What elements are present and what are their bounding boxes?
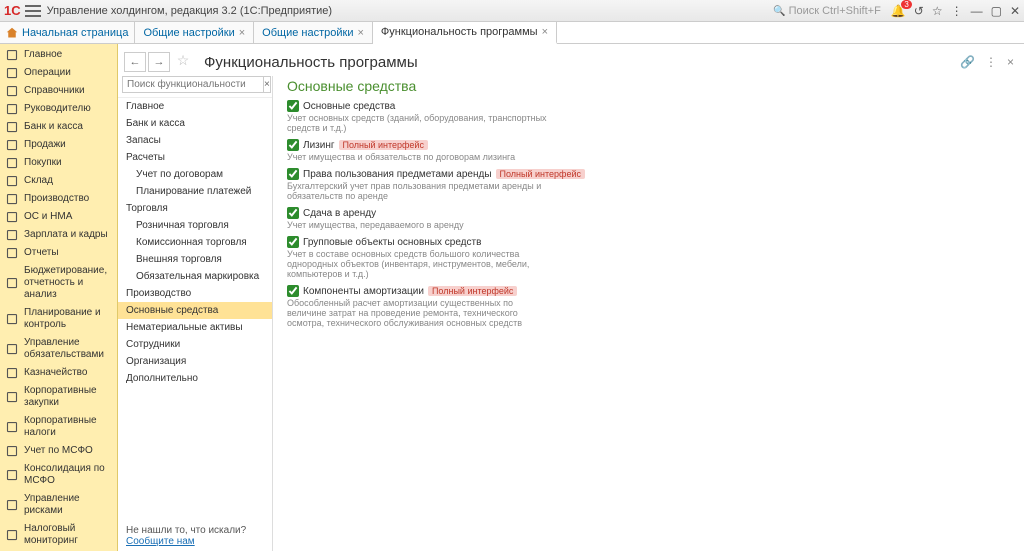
nav-item[interactable]: Банк и касса xyxy=(118,115,272,132)
option-desc: Учет основных средств (зданий, оборудова… xyxy=(287,113,547,133)
sidebar-item[interactable]: Казначейство xyxy=(0,364,117,382)
search-clear-icon[interactable]: × xyxy=(264,76,271,93)
sidebar-item[interactable]: Налоговый мониторинг xyxy=(0,520,117,550)
nav-item[interactable]: Торговля xyxy=(118,200,272,217)
notifications-icon[interactable]: 🔔3 xyxy=(891,4,906,18)
nav-item[interactable]: Учет по договорам xyxy=(118,166,272,183)
option-checkbox[interactable] xyxy=(287,168,299,180)
app-logo: 1C xyxy=(4,3,21,18)
nav-item[interactable]: Комиссионная торговля xyxy=(118,234,272,251)
footer-hint: Не нашли то, что искали? Сообщите нам xyxy=(118,521,272,551)
sidebar-item[interactable]: Банк и касса xyxy=(0,118,117,136)
notif-badge: 3 xyxy=(901,0,911,9)
tab-general-2[interactable]: Общие настройки× xyxy=(254,22,373,43)
forward-button[interactable]: → xyxy=(148,52,170,72)
sidebar-item[interactable]: Управление обязательствами xyxy=(0,334,117,364)
option-label: Лизинг xyxy=(303,140,335,151)
tab-functionality[interactable]: Функциональность программы× xyxy=(373,22,557,44)
option-label: Права пользования предметами аренды xyxy=(303,169,492,180)
minimize-icon[interactable]: — xyxy=(971,4,983,18)
interface-badge: Полный интерфейс xyxy=(428,286,517,296)
nav-item[interactable]: Внешняя торговля xyxy=(118,251,272,268)
link-icon[interactable]: 🔗 xyxy=(960,55,975,69)
option-desc: Учет в составе основных средств большого… xyxy=(287,249,547,279)
tab-home[interactable]: Начальная страница xyxy=(0,22,135,43)
sidebar-item[interactable]: Управление рисками xyxy=(0,490,117,520)
sidebar-item[interactable]: Склад xyxy=(0,172,117,190)
favorite-star-icon[interactable]: ☆ xyxy=(172,52,194,72)
sidebar-item[interactable]: Производство xyxy=(0,190,117,208)
sidebar-item[interactable]: Главное xyxy=(0,46,117,64)
interface-badge: Полный интерфейс xyxy=(339,140,428,150)
option-checkbox[interactable] xyxy=(287,139,299,151)
sidebar-item[interactable]: ОС и НМА xyxy=(0,208,117,226)
sidebar-item[interactable]: Планирование и контроль xyxy=(0,304,117,334)
page-title: Функциональность программы xyxy=(204,54,960,71)
section-title: Основные средства xyxy=(273,76,1024,100)
more-icon[interactable]: ⋮ xyxy=(985,55,997,69)
back-button[interactable]: ← xyxy=(124,52,146,72)
close-panel-icon[interactable]: × xyxy=(1007,55,1014,69)
maximize-icon[interactable]: ▢ xyxy=(991,4,1002,18)
option-checkbox[interactable] xyxy=(287,236,299,248)
close-icon[interactable]: ✕ xyxy=(1010,4,1020,18)
sidebar-item[interactable]: Зарплата и кадры xyxy=(0,226,117,244)
search-input[interactable] xyxy=(122,76,264,93)
settings-nav: ГлавноеБанк и кассаЗапасыРасчетыУчет по … xyxy=(118,97,272,521)
nav-item[interactable]: Производство xyxy=(118,285,272,302)
nav-item[interactable]: Планирование платежей xyxy=(118,183,272,200)
nav-item[interactable]: Сотрудники xyxy=(118,336,272,353)
sidebar-item[interactable]: Отчеты xyxy=(0,244,117,262)
main-sidebar: ГлавноеОперацииСправочникиРуководителюБа… xyxy=(0,44,118,551)
sidebar-item[interactable]: Продажи xyxy=(0,136,117,154)
window-title: Управление холдингом, редакция 3.2 (1С:П… xyxy=(47,5,774,17)
tab-general-1[interactable]: Общие настройки× xyxy=(135,22,254,43)
tab-home-label: Начальная страница xyxy=(22,27,128,39)
nav-item[interactable]: Обязательная маркировка xyxy=(118,268,272,285)
interface-badge: Полный интерфейс xyxy=(496,169,585,179)
tab-close-icon[interactable]: × xyxy=(542,26,548,38)
history-icon[interactable]: ↺ xyxy=(914,4,924,18)
option-desc: Учет имущества и обязательств по договор… xyxy=(287,152,547,162)
settings-icon[interactable]: ⋮ xyxy=(951,4,963,18)
hamburger-icon[interactable] xyxy=(25,3,41,19)
nav-item[interactable]: Розничная торговля xyxy=(118,217,272,234)
option-desc: Обособленный расчет амортизации существе… xyxy=(287,298,547,328)
option-checkbox[interactable] xyxy=(287,100,299,112)
nav-item[interactable]: Запасы xyxy=(118,132,272,149)
sidebar-item[interactable]: Корпоративные налоги xyxy=(0,412,117,442)
tab-close-icon[interactable]: × xyxy=(357,27,363,39)
sidebar-item[interactable]: Руководителю xyxy=(0,100,117,118)
nav-item[interactable]: Основные средства xyxy=(118,302,272,319)
option-label: Основные средства xyxy=(303,101,395,112)
sidebar-item[interactable]: Консолидация по МСФО xyxy=(0,460,117,490)
option-checkbox[interactable] xyxy=(287,285,299,297)
nav-item[interactable]: Главное xyxy=(118,98,272,115)
nav-item[interactable]: Организация xyxy=(118,353,272,370)
feedback-link[interactable]: Сообщите нам xyxy=(126,536,195,547)
favorite-icon[interactable]: ☆ xyxy=(932,4,943,18)
option-label: Сдача в аренду xyxy=(303,208,376,219)
nav-item[interactable]: Нематериальные активы xyxy=(118,319,272,336)
sidebar-item[interactable]: Бюджетирование, отчетность и анализ xyxy=(0,262,117,304)
sidebar-item[interactable]: Операции xyxy=(0,64,117,82)
option-desc: Бухгалтерский учет прав пользования пред… xyxy=(287,181,547,201)
option-checkbox[interactable] xyxy=(287,207,299,219)
nav-item[interactable]: Дополнительно xyxy=(118,370,272,387)
sidebar-item[interactable]: Справочники xyxy=(0,82,117,100)
option-desc: Учет имущества, передаваемого в аренду xyxy=(287,220,547,230)
sidebar-item[interactable]: Корпоративные закупки xyxy=(0,382,117,412)
global-search[interactable]: Поиск Ctrl+Shift+F xyxy=(773,5,880,17)
tab-close-icon[interactable]: × xyxy=(239,27,245,39)
option-label: Компоненты амортизации xyxy=(303,286,424,297)
sidebar-item[interactable]: Покупки xyxy=(0,154,117,172)
nav-item[interactable]: Расчеты xyxy=(118,149,272,166)
sidebar-item[interactable]: Учет по МСФО xyxy=(0,442,117,460)
option-label: Групповые объекты основных средств xyxy=(303,237,481,248)
